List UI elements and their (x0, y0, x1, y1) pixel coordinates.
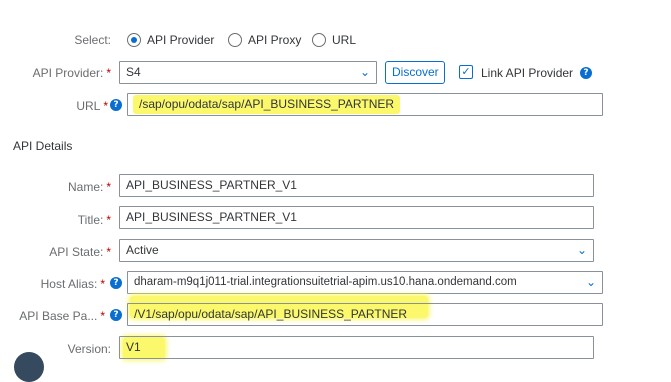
required-marker: * (100, 309, 105, 323)
required-marker: * (103, 99, 108, 113)
required-marker: * (100, 277, 105, 291)
floating-circle[interactable] (14, 352, 44, 382)
url-label: URL * (76, 99, 108, 113)
radio-api-provider-label[interactable]: API Provider (147, 33, 214, 47)
url-label-text: URL (76, 99, 101, 113)
required-marker: * (106, 213, 111, 227)
host-alias-label: Host Alias: * (41, 277, 105, 291)
url-value: /sap/opu/odata/sap/API_BUSINESS_PARTNER (133, 95, 401, 114)
link-api-provider-checkbox[interactable]: ✓ (459, 65, 473, 79)
url-input[interactable]: /sap/opu/odata/sap/API_BUSINESS_PARTNER (127, 93, 603, 116)
name-label: Name: * (68, 180, 111, 194)
radio-api-proxy-label[interactable]: API Proxy (248, 33, 301, 47)
radio-api-proxy[interactable] (228, 33, 242, 47)
name-input[interactable]: API_BUSINESS_PARTNER_V1 (119, 174, 594, 197)
info-icon[interactable]: ? (110, 277, 122, 289)
host-alias-select[interactable]: dharam-m9q1j011-trial.integrationsuitetr… (127, 271, 603, 294)
info-icon[interactable]: ? (110, 99, 122, 111)
name-label-text: Name: (67, 180, 104, 194)
base-path-value: /V1/sap/opu/odata/sap/API_BUSINESS_PARTN… (134, 307, 408, 321)
api-state-value: Active (126, 243, 159, 257)
api-provider-value: S4 (126, 65, 141, 79)
info-icon[interactable]: ? (580, 67, 592, 79)
chevron-down-icon: ⌄ (576, 243, 587, 257)
radio-url[interactable] (312, 33, 326, 47)
info-icon[interactable]: ? (110, 309, 122, 321)
api-provider-label-text: API Provider: (32, 66, 104, 80)
chevron-down-icon: ⌄ (359, 65, 370, 79)
base-path-label-text: API Base Pa... (19, 309, 98, 323)
select-label: Select: (74, 33, 111, 47)
required-marker: * (106, 66, 111, 80)
link-api-provider-label: Link API Provider (481, 66, 574, 80)
required-marker: * (106, 245, 111, 259)
version-value: V1 (126, 340, 141, 354)
api-state-label: API State: * (49, 245, 111, 259)
api-provider-label: API Provider: * (33, 66, 111, 80)
api-state-label-text: API State: (49, 245, 104, 259)
required-marker: * (106, 180, 111, 194)
api-state-select[interactable]: Active ⌄ (119, 239, 594, 262)
radio-url-label[interactable]: URL (332, 33, 356, 47)
title-label-text: Title: (77, 213, 104, 227)
discover-button[interactable]: Discover (385, 61, 445, 84)
api-provider-select[interactable]: S4 ⌄ (119, 61, 377, 84)
version-input[interactable]: V1 (119, 336, 594, 359)
version-label: Version: (67, 342, 111, 356)
host-alias-value: dharam-m9q1j011-trial.integrationsuitetr… (134, 276, 517, 288)
host-alias-label-text: Host Alias: (40, 277, 98, 291)
title-label: Title: * (78, 213, 111, 227)
api-details-heading: API Details (13, 139, 73, 153)
chevron-down-icon: ⌄ (585, 275, 596, 289)
base-path-input[interactable]: /V1/sap/opu/odata/sap/API_BUSINESS_PARTN… (127, 303, 603, 326)
title-input[interactable]: API_BUSINESS_PARTNER_V1 (119, 206, 594, 229)
base-path-label: API Base Pa... * (19, 309, 105, 323)
radio-api-provider[interactable] (127, 33, 141, 47)
